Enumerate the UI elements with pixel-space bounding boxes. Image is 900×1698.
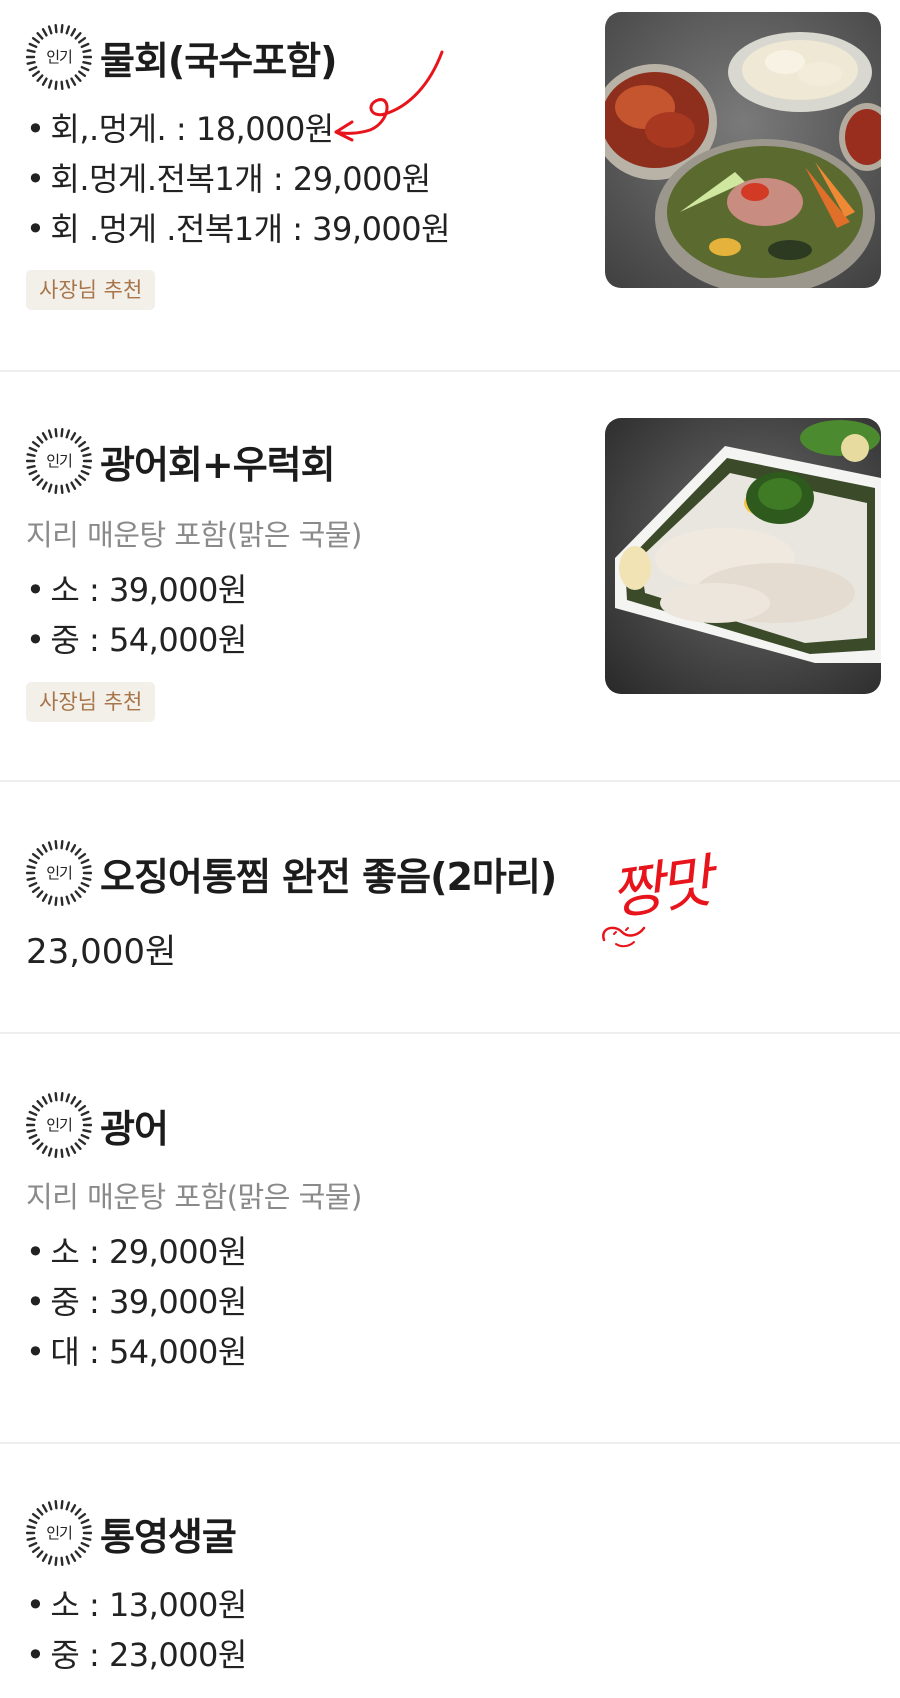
menu-item-name: 광어회+우럭회	[100, 442, 336, 487]
mulhoe-photo[interactable]	[605, 12, 881, 288]
price-option-text: 소 : 13,000원	[50, 1586, 247, 1624]
menu-item-description: 지리 매운탕 포함(맑은 국물)	[26, 1180, 362, 1214]
menu-item-title-row: 인기 광어	[26, 1092, 169, 1158]
price-option: • 회,.멍게. : 18,000원	[26, 106, 334, 152]
price-option: • 중 : 54,000원	[26, 617, 247, 663]
menu-item-price: 23,000원	[26, 932, 177, 972]
menu-item-title-row: 인기 통영생굴	[26, 1500, 237, 1566]
popular-badge-label: 인기	[46, 1116, 73, 1134]
menu-item-flatfish-rockfish[interactable]: 인기 광어회+우럭회 지리 매운탕 포함(맑은 국물) • 소 : 39,000원…	[0, 372, 900, 780]
menu-item-name: 물회(국수포함)	[100, 38, 337, 83]
price-option-text: 중 : 23,000원	[50, 1636, 247, 1674]
bullet-icon: •	[26, 1636, 45, 1674]
owner-recommend-tag: 사장님 추천	[26, 682, 156, 722]
popular-badge: 인기	[26, 1092, 92, 1158]
bullet-icon: •	[26, 110, 45, 148]
price-option: • 중 : 39,000원	[26, 1279, 247, 1325]
menu-item-title-row: 인기 광어회+우럭회	[26, 428, 336, 494]
menu-item-name: 통영생굴	[100, 1514, 237, 1559]
menu-item-title-row: 인기 오징어통찜 완전 좋음(2마리)	[26, 840, 557, 906]
popular-badge-label: 인기	[46, 452, 73, 470]
price-option-text: 대 : 54,000원	[50, 1333, 247, 1371]
price-option-text: 회 .멍게 .전복1개 : 39,000원	[50, 210, 451, 248]
bullet-icon: •	[26, 1283, 45, 1321]
price-option-text: 중 : 54,000원	[50, 621, 247, 659]
price-option-text: 소 : 29,000원	[50, 1233, 247, 1271]
bullet-icon: •	[26, 621, 45, 659]
price-option-text: 소 : 39,000원	[50, 571, 247, 609]
price-option-text: 회.멍게.전복1개 : 29,000원	[50, 160, 431, 198]
menu-item-description: 지리 매운탕 포함(맑은 국물)	[26, 518, 362, 552]
owner-recommend-tag: 사장님 추천	[26, 270, 156, 310]
price-option: • 회.멍게.전복1개 : 29,000원	[26, 156, 431, 202]
price-option: • 소 : 29,000원	[26, 1229, 247, 1275]
menu-item-name: 광어	[100, 1106, 169, 1151]
menu-item-tongyeong-oyster[interactable]: 인기 통영생굴 • 소 : 13,000원 • 중 : 23,000원	[0, 1444, 900, 1698]
bullet-icon: •	[26, 210, 45, 248]
handwritten-note: 짱맛	[600, 847, 740, 958]
bullet-icon: •	[26, 1233, 45, 1271]
menu-item-steamed-squid[interactable]: 인기 오징어통찜 완전 좋음(2마리) 23,000원	[0, 782, 900, 1032]
price-option: • 회 .멍게 .전복1개 : 39,000원	[26, 206, 451, 252]
bullet-icon: •	[26, 160, 45, 198]
price-option: • 중 : 23,000원	[26, 1632, 247, 1678]
price-option-text: 회,.멍게. : 18,000원	[50, 110, 334, 148]
sashimi-platter-photo[interactable]	[605, 418, 881, 694]
price-option: • 소 : 39,000원	[26, 567, 247, 613]
bullet-icon: •	[26, 571, 45, 609]
menu-item-name: 오징어통찜 완전 좋음(2마리)	[100, 854, 557, 899]
popular-badge-label: 인기	[46, 1524, 73, 1542]
price-option: • 소 : 13,000원	[26, 1582, 247, 1628]
menu-item-flatfish[interactable]: 인기 광어 지리 매운탕 포함(맑은 국물) • 소 : 29,000원 • 중 :…	[0, 1034, 900, 1442]
handwritten-note-text: 짱맛	[605, 847, 714, 929]
menu-item-title-row: 인기 물회(국수포함)	[26, 24, 337, 90]
popular-badge-label: 인기	[46, 48, 73, 66]
price-option: • 대 : 54,000원	[26, 1329, 247, 1375]
bullet-icon: •	[26, 1333, 45, 1371]
popular-badge: 인기	[26, 1500, 92, 1566]
popular-badge: 인기	[26, 428, 92, 494]
popular-badge: 인기	[26, 840, 92, 906]
menu-item-mulhoe[interactable]: 인기 물회(국수포함) • 회,.멍게. : 18,000원 • 회.멍게.전복1개…	[0, 0, 900, 370]
popular-badge: 인기	[26, 24, 92, 90]
bullet-icon: •	[26, 1586, 45, 1624]
price-option-text: 중 : 39,000원	[50, 1283, 247, 1321]
popular-badge-label: 인기	[46, 864, 73, 882]
handwritten-arrow-icon	[334, 50, 444, 142]
